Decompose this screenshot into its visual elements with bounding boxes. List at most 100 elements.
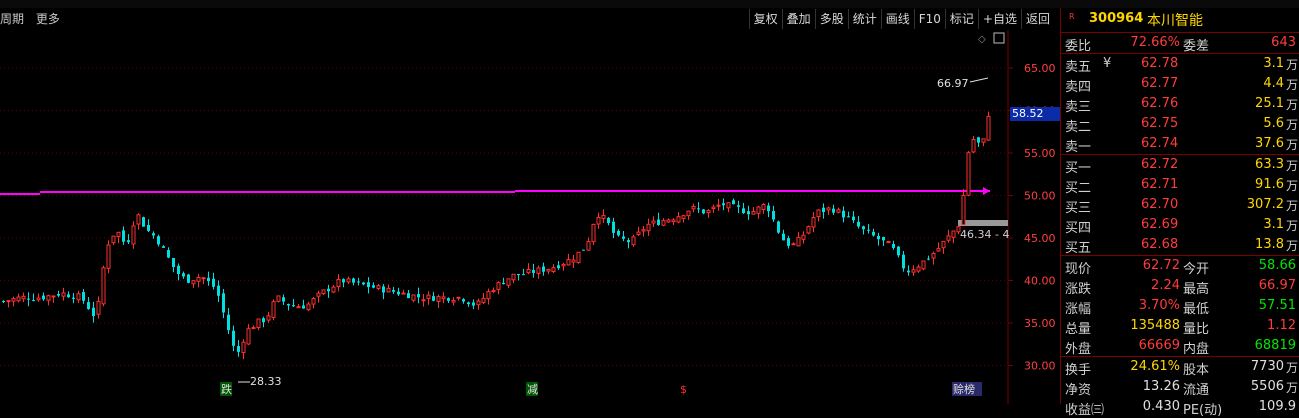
stat-row: 总量 135488 量比 1.12 <box>1061 316 1299 337</box>
marker-dollar[interactable]: $ <box>680 383 687 396</box>
draw-line-button[interactable]: 画线 <box>880 9 914 29</box>
stat-row: 换手 24.61% 股本 7730 万 <box>1061 357 1299 378</box>
stat-label: 今开 <box>1183 262 1210 277</box>
candle-body <box>262 318 265 323</box>
candle-body <box>167 250 170 258</box>
ask-row[interactable]: 卖二 62.75 5.6 万 <box>1061 114 1299 135</box>
ask-row[interactable]: 卖一 62.74 37.6 万 <box>1061 134 1299 155</box>
candle-body <box>782 233 785 241</box>
marker-jian[interactable]: 减 <box>527 383 538 396</box>
kline-chart[interactable]: 46.34 - 4 65.0060.0055.0050.0045.0040.00… <box>0 30 1060 404</box>
candle-body <box>691 206 696 210</box>
bid-volume: 13.8 <box>1255 237 1284 252</box>
candle-body <box>111 235 116 244</box>
candle-body <box>136 214 141 225</box>
candle-body <box>157 236 160 245</box>
candle-body <box>566 259 571 266</box>
candle-body <box>526 268 531 274</box>
candle-body <box>21 295 26 300</box>
ask-book: 卖五 ¥62.78 3.1 万卖四 62.77 4.4 万卖三 62.76 25.1 万卖二 62.… <box>1061 54 1299 155</box>
candle-body <box>502 282 505 285</box>
more-menu[interactable]: 更多 <box>36 12 60 26</box>
stat-label: 最高 <box>1183 282 1210 297</box>
candle-body <box>292 305 295 307</box>
stat-value: 62.72 <box>1142 258 1180 273</box>
candle-body <box>42 295 45 300</box>
high-label: 66.97 <box>937 77 969 90</box>
stat-label: 内盘 <box>1183 342 1210 357</box>
candle-body <box>902 254 905 269</box>
mark-button[interactable]: 标记 <box>944 9 978 29</box>
bid-unit: 万 <box>1285 219 1298 233</box>
ask-row[interactable]: 卖四 62.77 4.4 万 <box>1061 74 1299 95</box>
candle-body <box>791 243 796 246</box>
candle-body <box>607 217 610 224</box>
stats-block-2: 换手 24.61% 股本 7730 万净资 13.26 流通 5506 万收益㈢ 0.430 PE(… <box>1061 357 1299 418</box>
bid-row[interactable]: 买四 62.69 3.1 万 <box>1061 215 1299 236</box>
bid-row[interactable]: 买一 62.72 63.3 万 <box>1061 155 1299 176</box>
stat-row: 现价 62.72 今开 58.66 <box>1061 256 1299 277</box>
stat-label: 换手 <box>1065 363 1092 378</box>
candle-body <box>331 286 336 293</box>
stat-row: 净资 13.26 流通 5506 万 <box>1061 377 1299 398</box>
candle-body <box>182 273 185 277</box>
candle-body <box>842 210 845 218</box>
statistics-button[interactable]: 统计 <box>847 9 881 29</box>
adjust-button[interactable]: 复权 <box>748 9 782 29</box>
stat-label: 净资 <box>1065 383 1092 398</box>
candle-body <box>241 341 246 354</box>
diamond-icon[interactable]: ◇ <box>978 34 986 45</box>
bid-row[interactable]: 买五 62.68 13.8 万 <box>1061 235 1299 256</box>
candle-body <box>747 211 750 215</box>
candle-body <box>697 208 700 210</box>
candle-body <box>382 286 385 293</box>
candle-body <box>296 306 301 309</box>
r-marker: R <box>1069 12 1075 21</box>
candle-body <box>857 221 860 227</box>
candle-body <box>316 292 321 297</box>
bid-label: 买五 <box>1065 241 1092 256</box>
stat-value: 68819 <box>1254 338 1296 353</box>
stat-label: PE(动) <box>1183 403 1223 418</box>
weicha-value: 643 <box>1271 35 1296 50</box>
f10-button[interactable]: F10 <box>913 9 945 29</box>
overlay-button[interactable]: 叠加 <box>781 9 815 29</box>
candle-body <box>777 221 780 233</box>
candle-body <box>276 295 281 302</box>
candle-body <box>456 296 461 299</box>
add-watchlist-button[interactable]: +自选 <box>977 9 1021 29</box>
bid-label: 买三 <box>1065 201 1092 216</box>
stat-value: 13.26 <box>1142 379 1180 394</box>
candle-body <box>601 214 606 219</box>
bid-row[interactable]: 买二 62.71 91.6 万 <box>1061 175 1299 196</box>
back-button[interactable]: 返回 <box>1020 9 1054 29</box>
candle-body <box>836 209 841 213</box>
candle-body <box>491 289 496 293</box>
stat-row: 涨幅 3.70% 最低 57.51 <box>1061 296 1299 317</box>
candle-body <box>732 200 735 205</box>
stat-value: 5506 <box>1250 379 1284 394</box>
candle-body <box>372 285 375 288</box>
candle-body <box>336 279 341 288</box>
candle-body <box>772 211 775 220</box>
bid-row[interactable]: 买三 62.70 307.2 万 <box>1061 195 1299 216</box>
panel-toggle-icon[interactable] <box>993 32 1005 44</box>
marker-bang[interactable]: 赊榜 <box>953 382 975 396</box>
candle-body <box>201 277 206 280</box>
candle-body <box>742 208 745 213</box>
marker-die[interactable]: 跌 <box>221 382 232 396</box>
candle-body <box>897 246 900 256</box>
stat-value: 66669 <box>1138 338 1180 353</box>
period-menu[interactable]: 周期 <box>0 12 24 26</box>
kline-svg[interactable]: 46.34 - 4 65.0060.0055.0050.0045.0040.00… <box>0 30 1060 404</box>
ask-row[interactable]: 卖五 ¥62.78 3.1 万 <box>1061 54 1299 75</box>
multi-stock-button[interactable]: 多股 <box>814 9 848 29</box>
candle-body <box>676 216 681 223</box>
candle-body <box>971 139 976 153</box>
candle-body <box>172 257 175 268</box>
candle-body <box>961 194 966 226</box>
candle-body <box>796 236 801 247</box>
ask-row[interactable]: 卖三 62.76 25.1 万 <box>1061 94 1299 115</box>
candle-body <box>867 229 870 231</box>
candle-body <box>927 258 930 260</box>
